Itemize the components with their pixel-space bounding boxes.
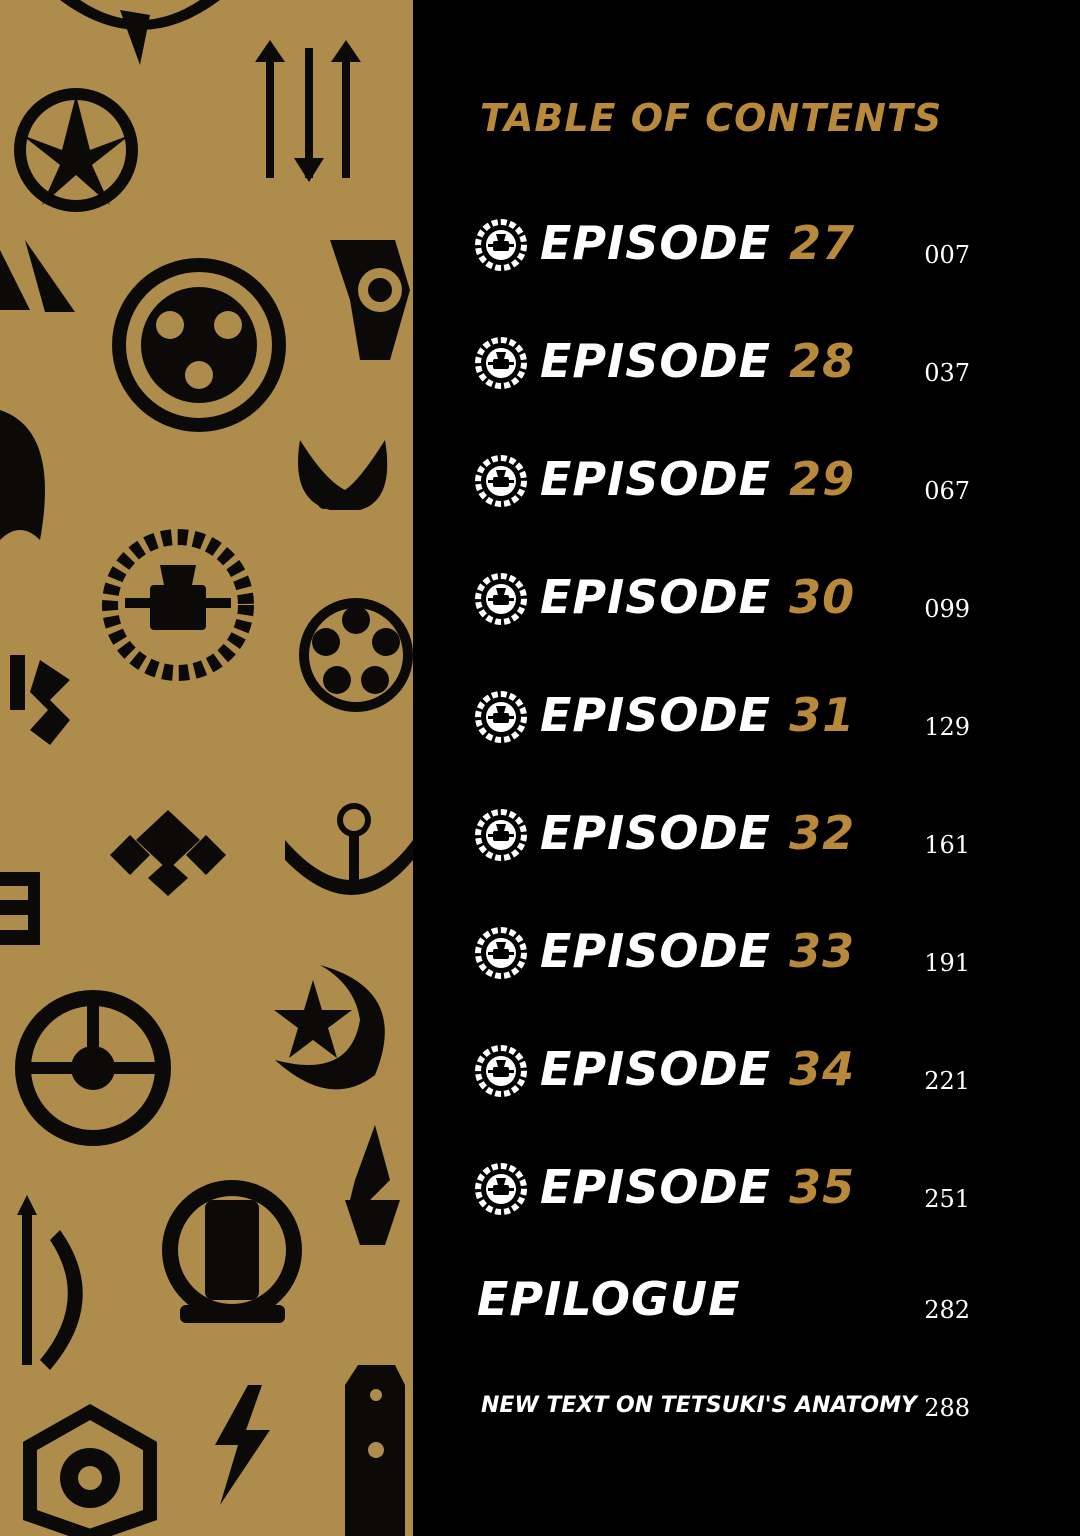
episode-number: 27 [789,216,856,270]
clan-crest-icon [474,1162,528,1216]
episode-number: 30 [789,570,856,624]
stepped-crest-icon [10,655,70,745]
episode-number: 28 [789,334,856,388]
clan-crest-icon [474,336,528,390]
episode-number: 33 [789,924,856,978]
anchor-crest-icon [285,803,413,895]
episode-label: EPISODE 31 [540,688,855,742]
episode-number: 34 [789,1042,856,1096]
horned-ring-crest-icon [330,240,410,360]
clan-crest-icon [474,690,528,744]
episode-word: EPISODE [540,806,772,860]
clan-crest-icon [474,1044,528,1098]
episode-label: EPISODE 29 [540,452,855,506]
episode-page-number: 191 [924,949,970,977]
extra-text-page-number: 288 [924,1394,970,1422]
gear-crest-icon [112,258,286,432]
crest-pattern-panel [0,0,413,1536]
wheel-crest-icon [15,990,171,1146]
episode-page-number: 251 [924,1185,970,1213]
arrows-crest-icon [255,40,361,182]
mountain-crest-icon [0,240,75,312]
episode-label: EPISODE 30 [540,570,855,624]
episode-word: EPISODE [540,452,772,506]
epilogue-label: EPILOGUE [477,1272,741,1326]
lightning-crest-icon [215,1385,270,1505]
episode-word: EPISODE [540,334,772,388]
horned-mask-crest-icon [298,440,388,510]
hexagon-crest-icon [23,1403,157,1536]
episode-page-number: 067 [924,477,970,505]
episode-label: EPISODE 27 [540,216,855,270]
rope-crest-icon [162,1180,302,1323]
episode-word: EPISODE [540,570,772,624]
episode-number: 31 [789,688,856,742]
extra-text-label: NEW TEXT ON TETSUKI'S ANATOMY [481,1393,917,1418]
episode-label: EPISODE 32 [540,806,855,860]
dagger-crest-icon [345,1125,400,1245]
wing-crest-icon [0,410,45,540]
clan-crest-icon [474,926,528,980]
episode-page-number: 007 [924,241,970,269]
episode-label: EPISODE 28 [540,334,855,388]
episode-word: EPISODE [540,1160,772,1214]
clan-crest-icon [474,808,528,862]
toc-title: TABLE OF CONTENTS [480,96,943,140]
episode-page-number: 129 [924,713,970,741]
crest-pattern [0,0,413,1536]
episode-page-number: 221 [924,1067,970,1095]
arc-spike-icon [120,10,150,65]
capsule-crest-icon [345,1365,405,1536]
spear-wreath-crest-icon [17,1195,83,1370]
episode-number: 29 [789,452,856,506]
episode-label: EPISODE 35 [540,1160,855,1214]
episode-label: EPISODE 33 [540,924,855,978]
episode-page-number: 099 [924,595,970,623]
maze-crest-icon [0,872,40,945]
pentagram-moon-crest-icon [274,965,385,1090]
episode-page-number: 161 [924,831,970,859]
episode-number: 32 [789,806,856,860]
episode-word: EPISODE [540,216,772,270]
leaf-crest-icon [14,88,138,212]
epilogue-page-number: 282 [924,1296,970,1324]
sawblade-crest-icon [102,529,254,681]
episode-word: EPISODE [540,1042,772,1096]
episode-word: EPISODE [540,924,772,978]
clan-crest-icon [474,218,528,272]
diamond-crest-icon [110,810,226,896]
episode-number: 35 [789,1160,856,1214]
clan-crest-icon [474,454,528,508]
episode-page-number: 037 [924,359,970,387]
episode-label: EPISODE 34 [540,1042,855,1096]
flower-crest-icon [299,598,413,712]
clan-crest-icon [474,572,528,626]
episode-word: EPISODE [540,688,772,742]
